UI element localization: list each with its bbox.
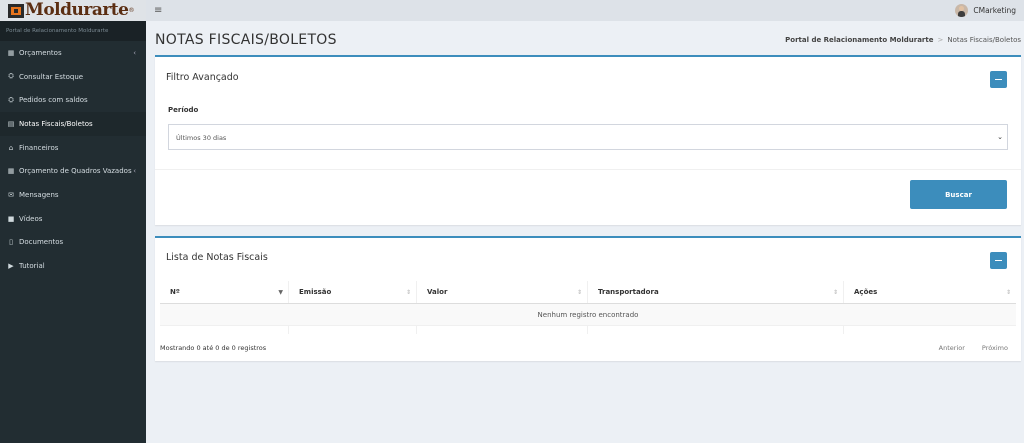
empty-table-message: Nenhum registro encontrado xyxy=(160,304,1016,326)
chevron-left-icon: ‹ xyxy=(133,48,136,57)
column-header-acoes[interactable]: Ações ⇕ xyxy=(844,281,1016,303)
sort-icon: ⇕ xyxy=(832,288,838,296)
divider xyxy=(155,169,1021,170)
logo-icon xyxy=(8,3,24,18)
cubes-icon: ⛭ xyxy=(8,95,14,104)
table-header: Nº ▼ Emissão ⇕ Valor ⇕ Transportadora ⇕ Açõe… xyxy=(160,281,1016,304)
invoice-list-panel: Lista de Notas Fiscais Nº ▼ Emissão ⇕ Valo… xyxy=(155,236,1021,361)
sidebar-item-notas-fiscais-boletos[interactable]: ▤ Notas Fiscais/Boletos xyxy=(0,112,146,136)
file-text-icon: ▤ xyxy=(7,119,15,128)
chevron-down-icon: ⌄ xyxy=(997,133,1003,141)
breadcrumb: Portal de Relacionamento Moldurarte > Nota… xyxy=(785,36,1021,44)
minus-icon xyxy=(995,78,1002,81)
column-label: Ações xyxy=(854,288,878,296)
sidebar-item-documentos[interactable]: ▯ Documentos xyxy=(0,231,146,255)
breadcrumb-root[interactable]: Portal de Relacionamento Moldurarte xyxy=(785,36,933,44)
user-name: CMarketing xyxy=(973,6,1016,15)
column-label: Nº xyxy=(170,288,180,296)
page-title: NOTAS FISCAIS/BOLETOS xyxy=(155,32,337,48)
sidebar-item-mensagens[interactable]: ✉ Mensagens xyxy=(0,183,146,207)
video-camera-icon: ■ xyxy=(7,214,15,223)
sidebar-item-pedidos-com-saldos[interactable]: ⛭ Pedidos com saldos xyxy=(0,88,146,112)
bank-icon: ⌂ xyxy=(8,143,14,152)
sort-desc-icon: ▼ xyxy=(278,288,283,296)
sidebar-item-consultar-estoque[interactable]: ⛭ Consultar Estoque xyxy=(0,65,146,89)
sidebar-item-label: Mensagens xyxy=(19,190,59,199)
sidebar-item-label: Tutorial xyxy=(19,262,45,271)
column-label: Valor xyxy=(427,288,448,296)
sidebar: Portal de Relacionamento Moldurarte ▦ Orç… xyxy=(0,21,146,443)
sort-icon: ⇕ xyxy=(1005,288,1011,296)
brand-name: Moldurarte xyxy=(25,0,129,20)
table-footer-row xyxy=(160,326,1016,334)
filter-collapse-button[interactable] xyxy=(990,71,1007,88)
invoice-list-title: Lista de Notas Fiscais xyxy=(166,252,268,263)
minus-icon xyxy=(995,259,1002,262)
column-header-transportadora[interactable]: Transportadora ⇕ xyxy=(588,281,844,303)
column-header-valor[interactable]: Valor ⇕ xyxy=(417,281,588,303)
filter-panel-title: Filtro Avançado xyxy=(166,72,239,83)
sidebar-item-tutorial[interactable]: ▶ Tutorial xyxy=(0,254,146,278)
sidebar-item-label: Vídeos xyxy=(19,214,43,223)
periodo-label: Período xyxy=(168,106,199,114)
bars-icon[interactable]: ≡ xyxy=(154,5,162,16)
sidebar-item-label: Pedidos com saldos xyxy=(19,96,88,105)
filter-panel: Filtro Avançado Período Últimos 30 dias … xyxy=(155,55,1021,225)
file-icon: ▯ xyxy=(9,238,13,247)
play-icon: ▶ xyxy=(8,262,14,271)
top-navbar: ≡ CMarketing xyxy=(146,0,1024,21)
th-icon: ▦ xyxy=(7,167,15,176)
periodo-select-value: Últimos 30 dias xyxy=(176,134,227,142)
column-label: Transportadora xyxy=(598,288,659,296)
sidebar-item-label: Orçamentos xyxy=(19,48,62,57)
list-collapse-button[interactable] xyxy=(990,252,1007,269)
sidebar-item-orcamento-de-quadros-vazados[interactable]: ▦ Orçamento de Quadros Vazados ‹ xyxy=(0,159,146,183)
th-icon: ▦ xyxy=(7,48,15,57)
sidebar-item-label: Notas Fiscais/Boletos xyxy=(19,119,93,128)
pagination-next[interactable]: Próximo xyxy=(982,344,1008,352)
table-info: Mostrando 0 até 0 de 0 registros xyxy=(160,344,267,352)
sidebar-item-label: Financeiros xyxy=(19,143,59,152)
brand-reg-mark: ® xyxy=(128,7,135,14)
sort-icon: ⇕ xyxy=(576,288,582,296)
column-header-emissao[interactable]: Emissão ⇕ xyxy=(289,281,417,303)
column-label: Emissão xyxy=(299,288,332,296)
column-header-numero[interactable]: Nº ▼ xyxy=(160,281,289,303)
cubes-icon: ⛭ xyxy=(8,72,14,81)
periodo-select[interactable]: Últimos 30 dias ⌄ xyxy=(168,124,1008,150)
pagination-previous[interactable]: Anterior xyxy=(939,344,965,352)
breadcrumb-separator: > xyxy=(937,36,944,44)
user-menu[interactable]: CMarketing xyxy=(955,4,1016,17)
sidebar-item-label: Orçamento de Quadros Vazados xyxy=(19,167,132,176)
pagination: Anterior Próximo xyxy=(939,344,1008,352)
sidebar-item-label: Documentos xyxy=(19,238,64,247)
sidebar-item-videos[interactable]: ■ Vídeos xyxy=(0,207,146,231)
sidebar-item-financeiros[interactable]: ⌂ Financeiros xyxy=(0,136,146,160)
envelope-icon: ✉ xyxy=(8,190,14,199)
breadcrumb-current: Notas Fiscais/Boletos xyxy=(947,36,1021,44)
sidebar-header: Portal de Relacionamento Moldurarte xyxy=(0,21,146,41)
avatar xyxy=(955,4,969,17)
brand-logo[interactable]: Moldurarte ® xyxy=(0,0,146,21)
chevron-left-icon: ‹ xyxy=(133,167,136,176)
search-button[interactable]: Buscar xyxy=(910,180,1007,209)
sort-icon: ⇕ xyxy=(405,288,411,296)
invoice-table: Nº ▼ Emissão ⇕ Valor ⇕ Transportadora ⇕ Açõe… xyxy=(160,281,1016,334)
sidebar-item-label: Consultar Estoque xyxy=(19,72,84,81)
sidebar-item-orcamentos[interactable]: ▦ Orçamentos ‹ xyxy=(0,41,146,65)
